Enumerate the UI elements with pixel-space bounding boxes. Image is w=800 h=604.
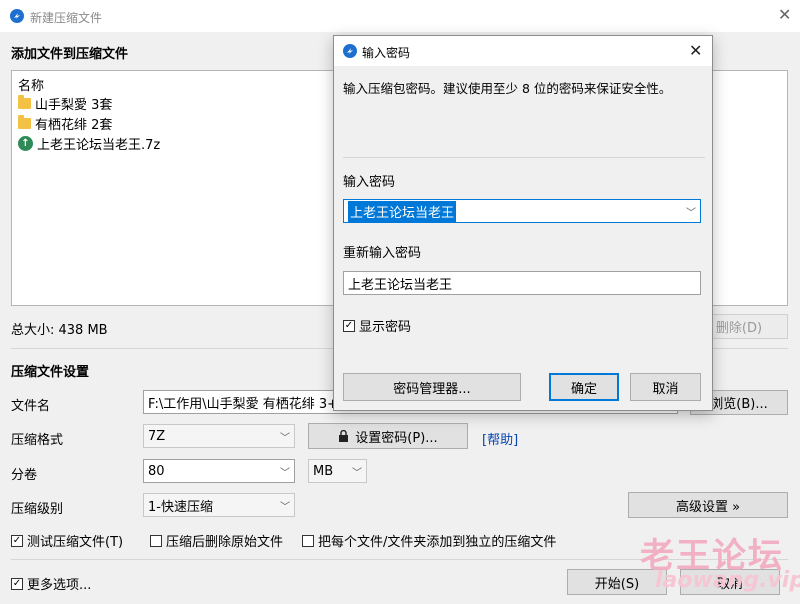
dialog-divider <box>343 157 705 158</box>
separate-archives-label: 把每个文件/文件夹添加到独立的压缩文件 <box>318 535 557 550</box>
folder-icon <box>18 94 31 109</box>
chevron-down-icon: ﹀ <box>280 432 290 444</box>
format-value: 7Z <box>148 428 166 444</box>
app-icon <box>343 44 357 58</box>
password-dialog: 输入密码 ✕ 输入压缩包密码。建议使用至少 8 位的密码来保证安全性。 输入密码… <box>333 35 713 411</box>
dialog-title-bar: 输入密码 ✕ <box>334 36 712 66</box>
delete-after-label: 压缩后删除原始文件 <box>166 535 284 550</box>
filename-label: 文件名 <box>11 399 51 414</box>
chevron-down-icon: ﹀ <box>280 467 290 479</box>
list-item[interactable]: 有栖花绯 2套 <box>18 113 318 133</box>
chevron-down-icon: ﹀ <box>280 501 290 513</box>
dialog-close-icon[interactable]: ✕ <box>689 43 702 59</box>
volume-unit-value: MB <box>313 463 334 479</box>
lock-icon <box>339 430 349 442</box>
delete-after-checkbox[interactable]: 压缩后删除原始文件 <box>150 531 283 550</box>
level-select[interactable]: 1-快速压缩 ﹀ <box>143 493 295 517</box>
checkbox-checked-icon: ✓ <box>11 534 23 547</box>
file-list-items: 山手梨愛 3套 有栖花绯 2套 ↑ 上老王论坛当老王.7z <box>18 93 318 153</box>
level-label: 压缩级别 <box>11 502 64 517</box>
app-icon <box>10 9 24 23</box>
list-item[interactable]: ↑ 上老王论坛当老王.7z <box>18 133 318 153</box>
window-title: 新建压缩文件 <box>30 11 103 25</box>
dialog-title: 输入密码 <box>362 46 411 60</box>
folder-icon <box>18 114 31 129</box>
more-options-label: 更多选项... <box>27 578 92 593</box>
ok-button[interactable]: 确定 <box>549 373 619 401</box>
title-bar: 新建压缩文件 ✕ <box>0 0 800 32</box>
level-value: 1-快速压缩 <box>148 499 213 515</box>
reenter-password-input[interactable]: 上老王论坛当老王 <box>343 271 701 295</box>
checkbox-checked-icon: ✓ <box>11 577 23 590</box>
format-label: 压缩格式 <box>11 433 64 448</box>
show-password-checkbox[interactable]: ✓ 显示密码 <box>343 316 411 335</box>
list-item-label: 山手梨愛 3套 <box>35 97 113 113</box>
set-password-button[interactable]: 设置密码(P)... <box>308 423 468 449</box>
password-manager-button[interactable]: 密码管理器... <box>343 373 521 401</box>
dialog-description: 输入压缩包密码。建议使用至少 8 位的密码来保证安全性。 <box>343 81 672 96</box>
checkbox-checked-icon: ✓ <box>343 319 355 332</box>
add-files-heading: 添加文件到压缩文件 <box>11 47 129 62</box>
set-password-label: 设置密码(P)... <box>355 430 438 446</box>
archive-icon: ↑ <box>18 135 33 151</box>
column-header-name[interactable]: 名称 <box>18 75 44 94</box>
enter-password-label: 输入密码 <box>343 175 396 190</box>
enter-password-input[interactable]: 上老王论坛当老王 ﹀ <box>343 199 701 223</box>
chevron-down-icon: ﹀ <box>686 207 696 219</box>
total-size: 总大小: 438 MB <box>11 323 108 338</box>
list-item[interactable]: 山手梨愛 3套 <box>18 93 318 113</box>
test-archive-label: 测试压缩文件(T) <box>27 535 124 550</box>
enter-password-value: 上老王论坛当老王 <box>348 200 457 222</box>
list-item-label: 有栖花绯 2套 <box>35 117 113 133</box>
close-icon[interactable]: ✕ <box>778 7 791 23</box>
format-select[interactable]: 7Z ﹀ <box>143 424 295 448</box>
settings-heading: 压缩文件设置 <box>11 365 90 380</box>
volume-value: 80 <box>148 463 165 479</box>
volume-select[interactable]: 80 ﹀ <box>143 459 295 483</box>
advanced-settings-button[interactable]: 高级设置 » <box>628 492 788 518</box>
chevron-down-icon: ﹀ <box>352 467 362 479</box>
separate-archives-checkbox[interactable]: 把每个文件/文件夹添加到独立的压缩文件 <box>302 531 556 550</box>
show-password-label: 显示密码 <box>359 320 412 335</box>
checkbox-unchecked-icon <box>150 534 162 547</box>
volume-label: 分卷 <box>11 468 38 483</box>
dialog-cancel-button[interactable]: 取消 <box>630 373 701 401</box>
watermark-url: laowang.vip <box>655 568 800 593</box>
checkbox-unchecked-icon <box>302 534 314 547</box>
more-options-checkbox[interactable]: ✓ 更多选项... <box>11 574 91 593</box>
test-archive-checkbox[interactable]: ✓ 测试压缩文件(T) <box>11 531 123 550</box>
volume-unit-select[interactable]: MB ﹀ <box>308 459 367 483</box>
help-link[interactable]: [帮助] <box>482 429 518 448</box>
list-item-label: 上老王论坛当老王.7z <box>37 137 161 153</box>
reenter-password-label: 重新输入密码 <box>343 246 422 261</box>
